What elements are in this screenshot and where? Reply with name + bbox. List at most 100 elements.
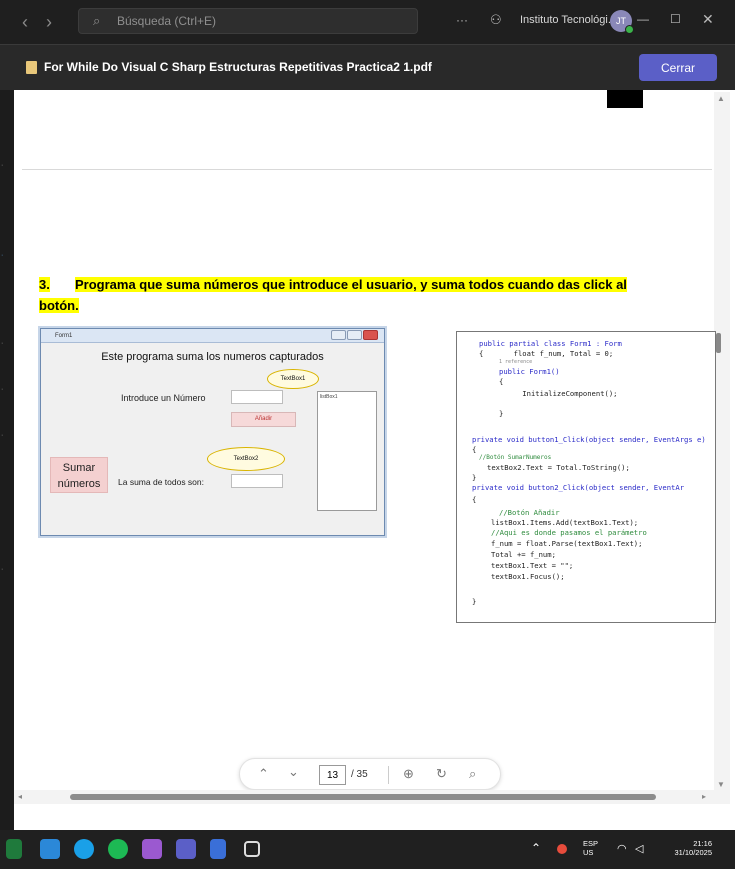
tray-chevron-icon[interactable]: ⌃: [531, 841, 541, 855]
textbox1-callout: TextBox1: [267, 369, 319, 389]
zoom-in-icon[interactable]: ⊕: [403, 766, 414, 782]
horizontal-scroll-thumb[interactable]: [70, 794, 656, 800]
rail-item[interactable]: ·: [1, 340, 3, 347]
section-number: 3.: [39, 277, 50, 292]
vertical-scrollbar[interactable]: ▲ ▼: [714, 92, 730, 804]
forward-arrow-icon[interactable]: ›: [46, 12, 52, 33]
code-line: public Form1(): [499, 367, 560, 376]
code-line: textBox1.Focus();: [491, 572, 565, 581]
spotify-icon[interactable]: [108, 839, 128, 859]
left-rail: · · · · · ·: [0, 90, 14, 830]
avatar-initials: JT: [616, 16, 626, 26]
scroll-right-icon[interactable]: ▸: [702, 792, 706, 801]
presence-icon: [625, 25, 634, 34]
previous-page-icon[interactable]: ⌃: [258, 766, 269, 782]
rail-item[interactable]: ·: [1, 566, 3, 573]
code-line: { float f_num, Total = 0;: [479, 349, 614, 358]
toolbar-divider: [388, 766, 389, 784]
code-line: textBox1.Text = "";: [491, 561, 574, 570]
code-scroll-thumb: [716, 333, 721, 353]
form-heading: Este programa suma los numeros capturado…: [101, 351, 324, 363]
scroll-down-icon[interactable]: ▼: [717, 780, 725, 789]
code-line: }: [472, 473, 477, 482]
lang-line2: US: [583, 848, 594, 857]
app-titlebar: ‹ › ⌕ Búsqueda (Ctrl+E) ··· ⚇ Instituto …: [0, 0, 735, 44]
code-line: Total += f_num;: [491, 550, 556, 559]
rotate-icon[interactable]: ↻: [436, 766, 447, 782]
page-separator: [22, 169, 712, 170]
code-line: //Botón Añadir: [499, 508, 560, 517]
back-arrow-icon[interactable]: ‹: [22, 12, 28, 33]
pdf-file-icon: [26, 61, 37, 74]
code-line: {: [472, 445, 477, 454]
sum-label: La suma de todos son:: [118, 477, 205, 487]
form-maximize-icon: [347, 330, 362, 340]
wifi-icon[interactable]: ◠: [617, 842, 627, 855]
search-input[interactable]: ⌕ Búsqueda (Ctrl+E): [78, 8, 418, 34]
sum-button: Sumar números: [50, 457, 108, 493]
redaction-box: [607, 90, 643, 108]
scroll-up-icon[interactable]: ▲: [717, 94, 725, 103]
rail-item[interactable]: ·: [1, 252, 3, 259]
clock-date: 31/10/2025: [674, 848, 712, 857]
textbox2-callout: TextBox2: [207, 447, 285, 471]
code-screenshot: public partial class Form1 : Form { floa…: [456, 331, 716, 623]
clock-time: 21:16: [693, 839, 712, 848]
next-page-icon[interactable]: ⌄: [288, 764, 299, 780]
visual-studio-icon[interactable]: [142, 839, 162, 859]
clock[interactable]: 21:16 31/10/2025: [660, 830, 712, 869]
number-input: [231, 390, 283, 404]
input-label: Introduce un Número: [121, 393, 206, 403]
section-title-cont: botón.: [39, 298, 79, 313]
scroll-left-icon[interactable]: ◂: [18, 792, 22, 801]
search-placeholder: Búsqueda (Ctrl+E): [117, 14, 217, 28]
code-line: private void button1_Click(object sender…: [472, 435, 706, 444]
code-line: }: [499, 409, 504, 418]
volume-icon[interactable]: ◁: [635, 842, 643, 855]
pdf-filename: For While Do Visual C Sharp Estructuras …: [44, 60, 432, 74]
edge-icon[interactable]: [74, 839, 94, 859]
org-name[interactable]: Instituto Tecnológi...: [520, 14, 612, 26]
add-button: Añadir: [231, 412, 296, 427]
code-line: //Botón SumarNumeros: [479, 454, 552, 461]
maximize-icon[interactable]: ☐: [670, 12, 681, 26]
more-options-icon[interactable]: ···: [456, 13, 468, 27]
lang-line1: ESP: [583, 839, 599, 848]
code-line: 1 reference: [499, 359, 533, 365]
language-indicator[interactable]: ESP US: [583, 830, 598, 869]
listbox-label: listBox1: [320, 394, 338, 400]
page-number-input[interactable]: [319, 765, 346, 785]
start-icon[interactable]: [40, 839, 60, 859]
code-line: public partial class Form1 : Form: [479, 339, 622, 348]
form-minimize-icon: [331, 330, 346, 340]
sum-button-line1: Sumar: [62, 462, 96, 474]
close-window-icon[interactable]: ✕: [702, 11, 714, 28]
code-line: {: [499, 377, 504, 386]
search-document-icon[interactable]: ⌕: [469, 766, 476, 782]
search-icon: ⌕: [93, 13, 101, 28]
form-window-title: Form1: [55, 333, 73, 339]
code-line: textBox2.Text = Total.ToString();: [487, 463, 630, 472]
teams-icon[interactable]: [176, 839, 196, 859]
minimize-icon[interactable]: —: [637, 12, 649, 26]
tray-app-icon[interactable]: [557, 844, 567, 854]
app-icon[interactable]: [210, 839, 226, 859]
code-line: //Aqui es donde pasamos el parámetro: [491, 528, 647, 537]
pdf-page-toolbar: ⌃ ⌄ / 35 ⊕ ↻ ⌕: [239, 758, 501, 790]
rail-item[interactable]: ·: [1, 162, 3, 169]
taskbar: ⌃ ESP US ◠ ◁ 21:16 31/10/2025: [0, 830, 735, 869]
sum-button-line2: números: [57, 478, 101, 490]
code-line: {: [472, 495, 477, 504]
pdf-header: For While Do Visual C Sharp Estructuras …: [0, 44, 735, 90]
listbox: listBox1: [317, 391, 377, 511]
rail-item[interactable]: ·: [1, 432, 3, 439]
code-line: InitializeComponent();: [505, 389, 618, 398]
rail-item[interactable]: ·: [1, 386, 3, 393]
avatar[interactable]: JT: [610, 10, 634, 34]
task-view-icon[interactable]: [244, 841, 260, 857]
close-button[interactable]: Cerrar: [639, 54, 717, 81]
excel-icon[interactable]: [6, 839, 22, 859]
people-icon[interactable]: ⚇: [490, 12, 502, 28]
horizontal-scrollbar[interactable]: ◂ ▸: [14, 790, 714, 804]
code-line: private void button2_Click(object sender…: [472, 483, 685, 492]
